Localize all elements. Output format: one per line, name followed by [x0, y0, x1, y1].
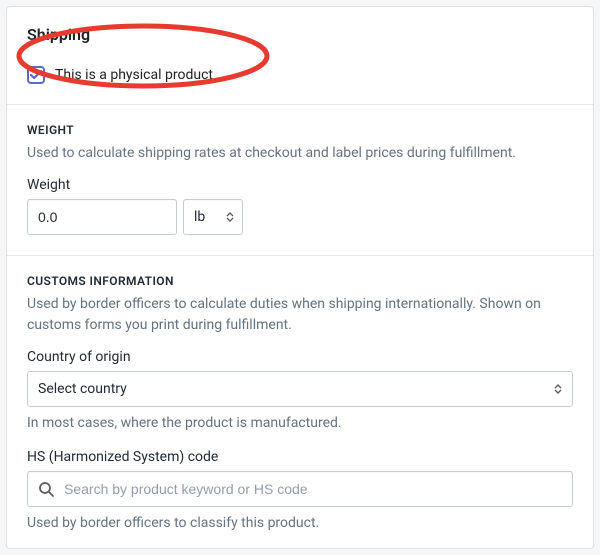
weight-input[interactable] — [27, 199, 177, 235]
physical-product-label: This is a physical product — [55, 67, 213, 83]
weight-label: Weight — [27, 177, 573, 193]
search-icon — [38, 481, 54, 497]
select-stepper-icon — [226, 212, 234, 222]
customs-header: CUSTOMS INFORMATION — [27, 274, 573, 288]
select-stepper-icon — [554, 384, 562, 394]
shipping-card: Shipping This is a physical product WEIG… — [6, 6, 594, 549]
hs-search-input[interactable] — [62, 480, 562, 498]
weight-description: Used to calculate shipping rates at chec… — [27, 143, 573, 163]
customs-description: Used by border officers to calculate dut… — [27, 294, 573, 335]
hs-label: HS (Harmonized System) code — [27, 449, 573, 465]
physical-product-row[interactable]: This is a physical product — [27, 66, 573, 84]
shipping-title: Shipping — [27, 25, 573, 44]
weight-unit-select[interactable]: lb — [183, 199, 243, 235]
weight-header: WEIGHT — [27, 123, 573, 137]
country-help: In most cases, where the product is manu… — [27, 415, 573, 431]
hs-help: Used by border officers to classify this… — [27, 515, 573, 531]
weight-unit-value: lb — [194, 209, 205, 225]
hs-search-field[interactable] — [27, 471, 573, 507]
checkmark-icon — [30, 70, 42, 80]
country-label: Country of origin — [27, 349, 573, 365]
weight-section: WEIGHT Used to calculate shipping rates … — [7, 104, 593, 255]
country-select-value: Select country — [38, 381, 127, 397]
customs-section: CUSTOMS INFORMATION Used by border offic… — [7, 255, 593, 549]
physical-product-checkbox[interactable] — [27, 66, 45, 84]
country-select[interactable]: Select country — [27, 371, 573, 407]
shipping-header-section: Shipping This is a physical product — [7, 7, 593, 104]
